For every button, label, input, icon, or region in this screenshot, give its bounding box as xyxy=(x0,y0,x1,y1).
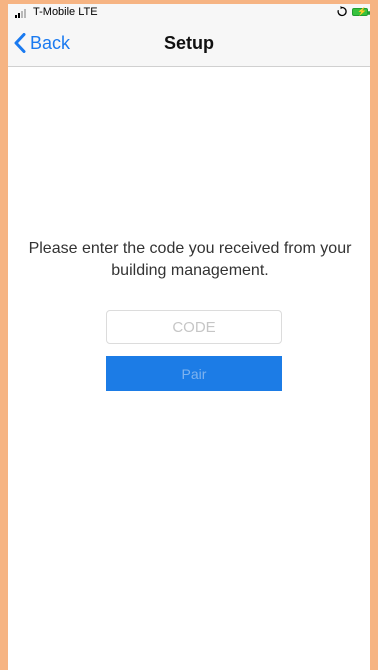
instruction-text: Please enter the code you received from … xyxy=(28,240,352,279)
signal-strength-icon xyxy=(15,9,31,18)
back-label: Back xyxy=(30,33,71,53)
code-input[interactable] xyxy=(106,310,282,344)
battery-charging-icon: ⚡ xyxy=(352,7,370,16)
navigation-bar: Back Setup xyxy=(8,20,370,67)
pair-button[interactable]: Pair xyxy=(106,356,282,391)
sync-icon xyxy=(337,6,347,17)
back-button[interactable]: Back xyxy=(14,31,70,55)
charging-bolt-icon: ⚡ xyxy=(357,7,367,16)
device-frame: T-Mobile LTE ⚡ Back Setup Please enter t… xyxy=(0,0,378,670)
status-bar: T-Mobile LTE ⚡ xyxy=(8,4,370,20)
chevron-left-icon xyxy=(14,33,26,53)
carrier-label: T-Mobile LTE xyxy=(33,6,98,18)
app-screen: T-Mobile LTE ⚡ Back Setup Please enter t… xyxy=(8,4,370,670)
